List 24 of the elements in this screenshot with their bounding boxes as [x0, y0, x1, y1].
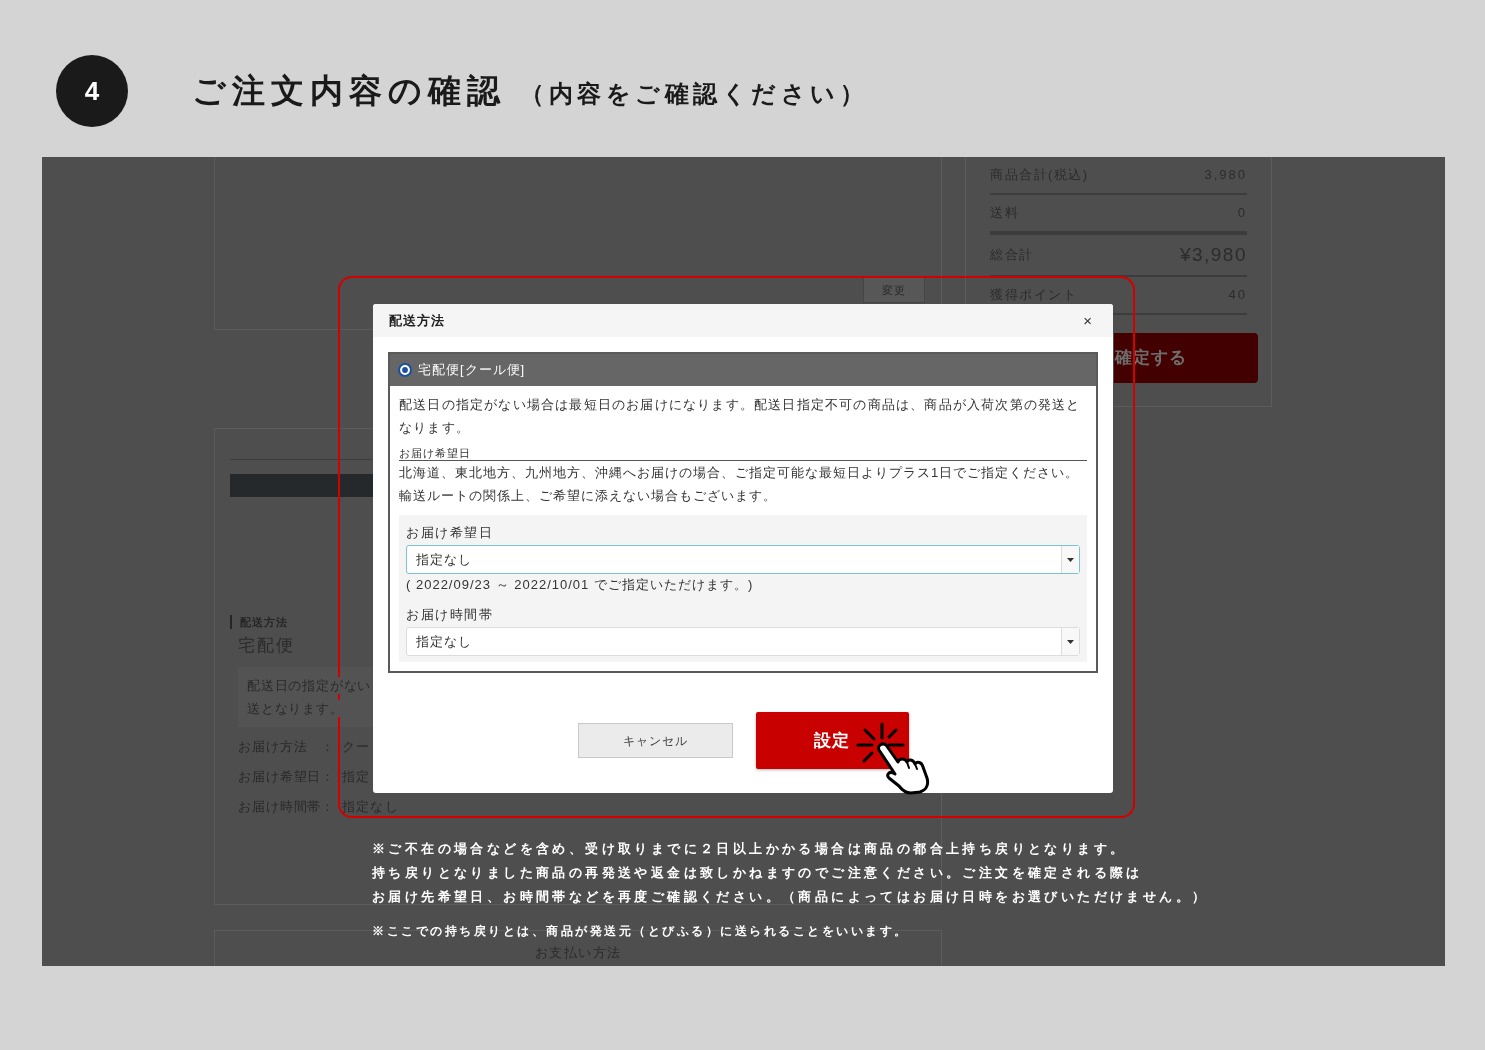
notice-line: 北海道、東北地方、九州地方、沖縄へお届けの場合、ご指定可能な最短日よりプラス1日でご指定ください。 — [399, 464, 1080, 482]
warning-line: ※ご不在の場合などを含め、受け取りまでに２日以上かかる場合は商品の都合上持ち戻りとなります。 — [372, 840, 1127, 858]
select-field[interactable]: 指定なし — [406, 627, 1080, 656]
select-field[interactable]: 指定なし — [406, 545, 1080, 574]
caret-icon — [1067, 639, 1074, 644]
page-title: ご注文内容の確認 — [192, 71, 506, 111]
dialog-title: 配送方法 — [389, 311, 445, 330]
definition-note: ※ここでの持ち戻りとは、商品が発送元（とびふる）に送られることをいいます。 — [372, 923, 909, 940]
close-button[interactable]: × — [1083, 313, 1092, 328]
cancel-button[interactable]: キャンセル — [577, 723, 733, 758]
notice-line: 輸送ルートの関係上、ご希望に添えない場合もございます。 — [399, 487, 777, 505]
step-number-badge: 4 — [56, 55, 128, 127]
field-label: お届け希望日 — [406, 524, 493, 542]
set-button[interactable]: 設定 — [755, 712, 909, 769]
page-subtitle: （内容をご確認ください） — [520, 79, 868, 109]
option-label[interactable]: 宅配便[クール便] — [418, 360, 526, 380]
warning-line: 持ち戻りとなりました商品の再発送や返金は致しかねますのでご注意ください。ご注文を確定される際は — [372, 864, 1143, 882]
field-label: お届け時間帯 — [406, 606, 493, 624]
date-range-note: ( 2022/09/23 ～ 2022/10/01 でご指定いただけます。) — [406, 576, 754, 594]
radio-button[interactable] — [398, 363, 412, 377]
delivery-description: 配送日の指定がない場合は最短日のお届けになります。配送日指定不可の商品は、商品が入荷次第の発送となります。 — [399, 396, 1082, 437]
warning-line: お届け先希望日、お時間帯などを再度ご確認ください。（商品によってはお届け日時をお選びいただけません。） — [372, 888, 1209, 906]
section-caption: お届け希望日 — [399, 446, 1087, 461]
caret-icon — [1067, 557, 1074, 562]
